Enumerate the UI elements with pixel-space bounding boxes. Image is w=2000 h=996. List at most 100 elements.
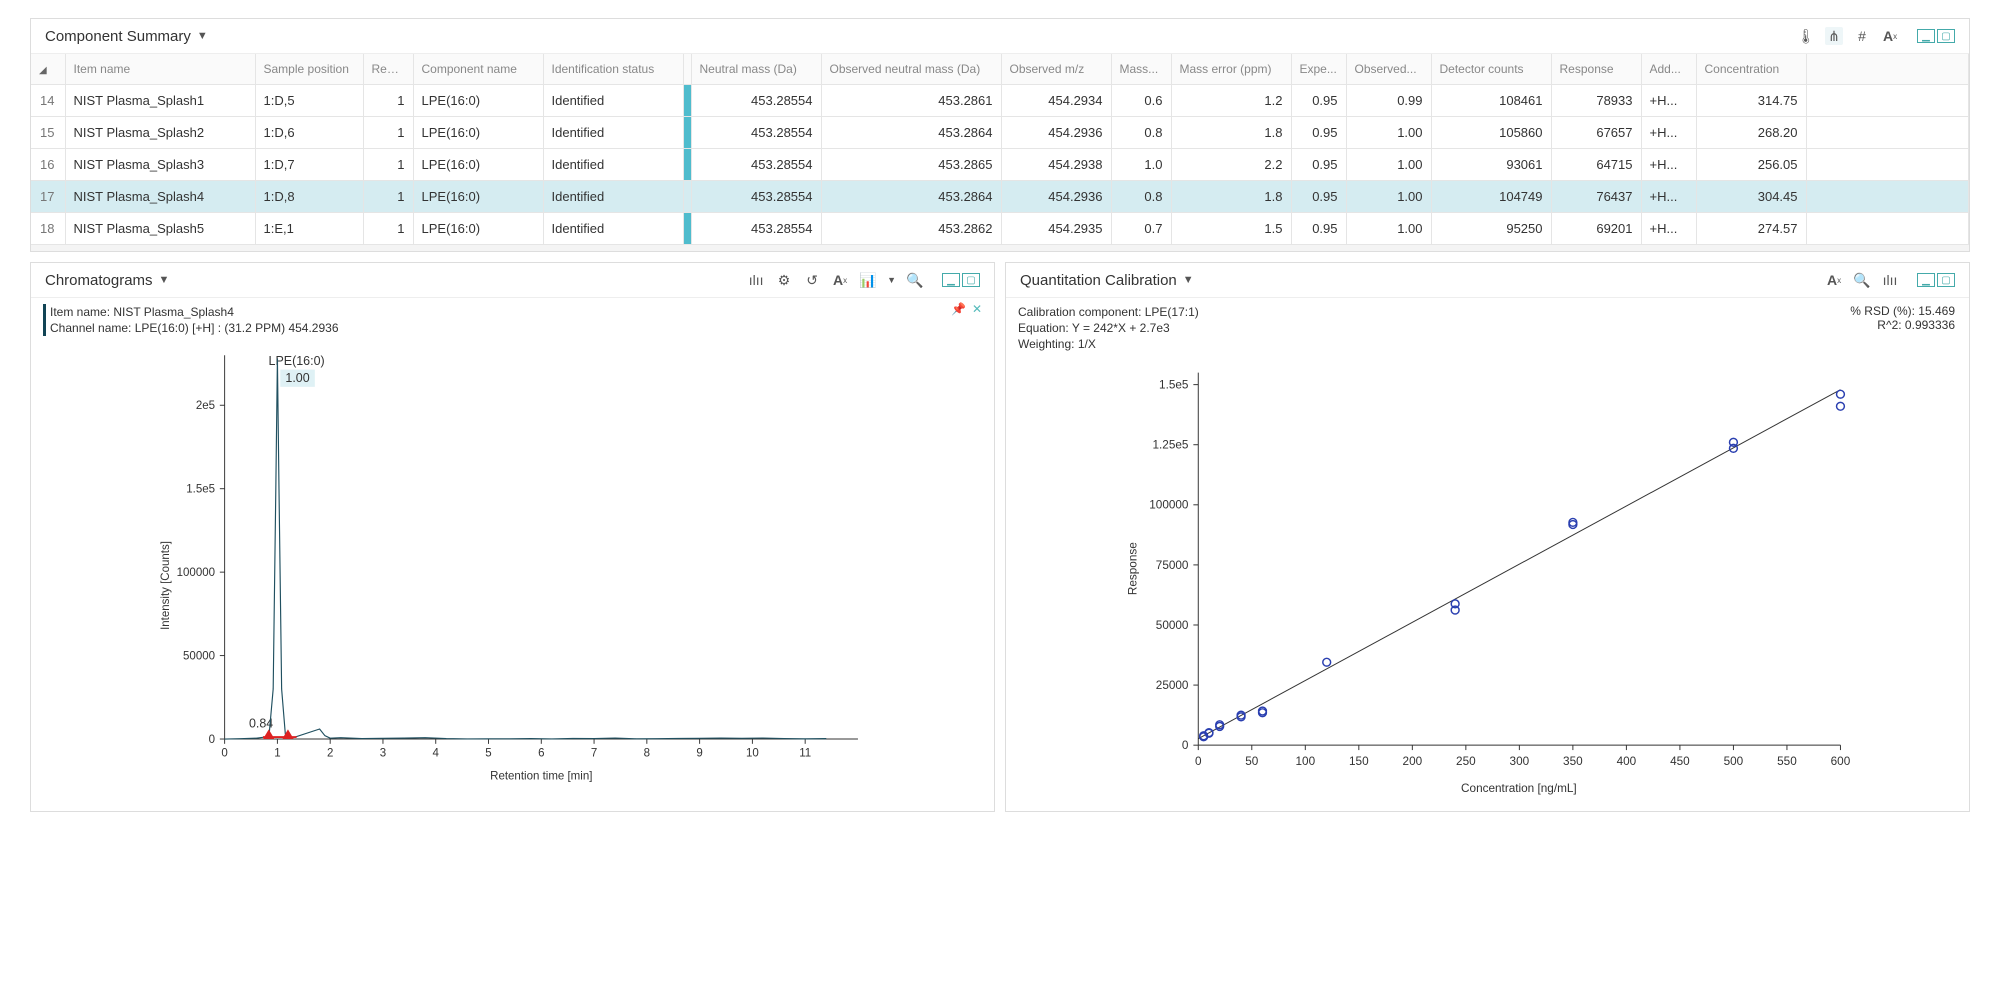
column-header[interactable]: Observed neutral mass (Da) [821,54,1001,85]
svg-text:0: 0 [1195,754,1202,767]
calibration-svg[interactable]: 02500050000750001000001.25e51.5e5 050100… [1018,353,1957,804]
chromatogram-plot-area: 📌 ✕ Item name: NIST Plasma_Splash4 Chann… [31,298,994,811]
svg-text:50: 50 [1245,754,1259,767]
thermometer-icon[interactable]: 🌡 [1797,27,1815,45]
share-icon[interactable]: ⋔ [1825,27,1843,45]
column-header[interactable]: Repli... [363,54,413,85]
svg-text:75000: 75000 [1156,558,1189,571]
chromatograms-panel: Chromatograms ▼ ılıı ⚙ ↺ Ax 📊 ▼ 🔍 ▁ ▢ 📌 … [30,262,995,812]
svg-text:500: 500 [1724,754,1744,767]
chrom-window-controls: 📌 ✕ [951,302,982,316]
summary-table: ◢Item nameSample positionRepli...Compone… [31,54,1969,245]
column-header[interactable]: Expe... [1291,54,1346,85]
component-summary-panel: Component Summary ▼ 🌡 ⋔ # Ax ▁ ▢ ◢Item n… [30,18,1970,252]
column-header[interactable] [1806,54,1969,85]
minimize-button[interactable]: ▁ [1917,29,1935,43]
format-icon[interactable]: Ax [1881,27,1899,45]
chart-type-icon[interactable]: 📊 [859,271,877,289]
svg-text:7: 7 [591,748,597,760]
chromatograms-title[interactable]: Chromatograms ▼ [45,272,169,289]
format-icon[interactable]: Ax [831,271,849,289]
sort-indicator[interactable]: ◢ [31,54,65,85]
chromatogram-svg[interactable]: 0500001000001.5e52e5 01234567891011 Inte… [43,336,982,787]
svg-text:1.25e5: 1.25e5 [1153,438,1189,451]
svg-text:0: 0 [221,748,227,760]
svg-text:400: 400 [1617,754,1637,767]
minimize-button[interactable]: ▁ [1917,273,1935,287]
svg-text:1: 1 [274,748,280,760]
svg-text:0: 0 [209,734,215,746]
svg-text:100000: 100000 [1149,498,1189,511]
svg-text:600: 600 [1831,754,1851,767]
svg-text:4: 4 [433,748,440,760]
svg-text:0: 0 [1182,739,1189,752]
column-header[interactable]: Mass... [1111,54,1171,85]
svg-text:450: 450 [1670,754,1690,767]
hash-icon[interactable]: # [1853,27,1871,45]
undo-icon[interactable]: ↺ [803,271,821,289]
peaks-icon[interactable]: ılıı [747,271,765,289]
table-row[interactable]: 15NIST Plasma_Splash21:D,61LPE(16:0)Iden… [31,117,1969,149]
table-row[interactable]: 14NIST Plasma_Splash11:D,51LPE(16:0)Iden… [31,85,1969,117]
svg-text:3: 3 [380,748,386,760]
table-row[interactable]: 18NIST Plasma_Splash51:E,11LPE(16:0)Iden… [31,213,1969,245]
column-header[interactable]: Response [1551,54,1641,85]
svg-text:150: 150 [1349,754,1369,767]
calib-weighting: Weighting: 1/X [1018,336,1957,352]
table-row[interactable]: 16NIST Plasma_Splash31:D,71LPE(16:0)Iden… [31,149,1969,181]
calibration-panel: Quantitation Calibration ▼ Ax 🔍 ılıı ▁ ▢… [1005,262,1970,812]
svg-text:1.5e5: 1.5e5 [1159,378,1189,391]
svg-text:300: 300 [1510,754,1530,767]
close-icon[interactable]: ✕ [972,302,982,316]
pin-icon[interactable]: 📌 [951,302,966,316]
table-scrollbar[interactable] [31,245,1969,251]
column-header[interactable]: Observed... [1346,54,1431,85]
component-summary-title[interactable]: Component Summary ▼ [45,28,208,45]
chrom-toolbar: ılıı ⚙ ↺ Ax 📊 ▼ 🔍 ▁ ▢ [747,271,980,289]
svg-text:100000: 100000 [177,567,215,579]
column-header[interactable]: Concentration [1696,54,1806,85]
calib-rsd: % RSD (%): 15.469 [1850,304,1955,318]
calibration-header: Quantitation Calibration ▼ Ax 🔍 ılıı ▁ ▢ [1006,263,1969,298]
maximize-button[interactable]: ▢ [1937,29,1955,43]
summary-table-head: ◢Item nameSample positionRepli...Compone… [31,54,1969,85]
chevron-down-icon: ▼ [197,30,208,42]
chevron-down-icon[interactable]: ▼ [887,275,896,285]
column-header[interactable]: Detector counts [1431,54,1551,85]
component-summary-header: Component Summary ▼ 🌡 ⋔ # Ax ▁ ▢ [31,19,1969,54]
gear-icon[interactable]: ⚙ [775,271,793,289]
table-row[interactable]: 17NIST Plasma_Splash41:D,81LPE(16:0)Iden… [31,181,1969,213]
chromatograms-header: Chromatograms ▼ ılıı ⚙ ↺ Ax 📊 ▼ 🔍 ▁ ▢ [31,263,994,298]
zoom-icon[interactable]: 🔍 [906,271,924,289]
svg-text:100: 100 [1295,754,1315,767]
column-header[interactable]: Add... [1641,54,1696,85]
svg-text:200: 200 [1403,754,1423,767]
calibration-title[interactable]: Quantitation Calibration ▼ [1020,272,1194,289]
calib-toolbar: Ax 🔍 ılıı ▁ ▢ [1825,271,1955,289]
column-header[interactable]: Identification status [543,54,683,85]
calib-xlabel: Concentration [ng/mL] [1461,782,1577,795]
maximize-button[interactable]: ▢ [1937,273,1955,287]
peak-rt-label: 1.00 [285,371,309,385]
maximize-button[interactable]: ▢ [962,273,980,287]
column-header[interactable]: Component name [413,54,543,85]
svg-text:5: 5 [485,748,491,760]
calibration-plot-area: Calibration component: LPE(17:1) Equatio… [1006,298,1969,811]
summary-table-body: 14NIST Plasma_Splash11:D,51LPE(16:0)Iden… [31,85,1969,245]
zoom-icon[interactable]: 🔍 [1853,271,1871,289]
peaks-icon[interactable]: ılıı [1881,271,1899,289]
chrom-item-name: Item name: NIST Plasma_Splash4 [50,304,982,320]
svg-text:50000: 50000 [1156,618,1189,631]
column-header[interactable]: Mass error (ppm) [1171,54,1291,85]
column-header[interactable]: Sample position [255,54,363,85]
svg-text:250: 250 [1456,754,1476,767]
calib-equation: Equation: Y = 242*X + 2.7e3 [1018,320,1957,336]
svg-text:350: 350 [1563,754,1583,767]
minimize-button[interactable]: ▁ [942,273,960,287]
chrom-ylabel: Intensity [Counts] [160,541,172,630]
column-header[interactable]: Neutral mass (Da) [691,54,821,85]
column-header[interactable]: Item name [65,54,255,85]
svg-text:1.5e5: 1.5e5 [186,484,215,496]
format-icon[interactable]: Ax [1825,271,1843,289]
column-header[interactable]: Observed m/z [1001,54,1111,85]
